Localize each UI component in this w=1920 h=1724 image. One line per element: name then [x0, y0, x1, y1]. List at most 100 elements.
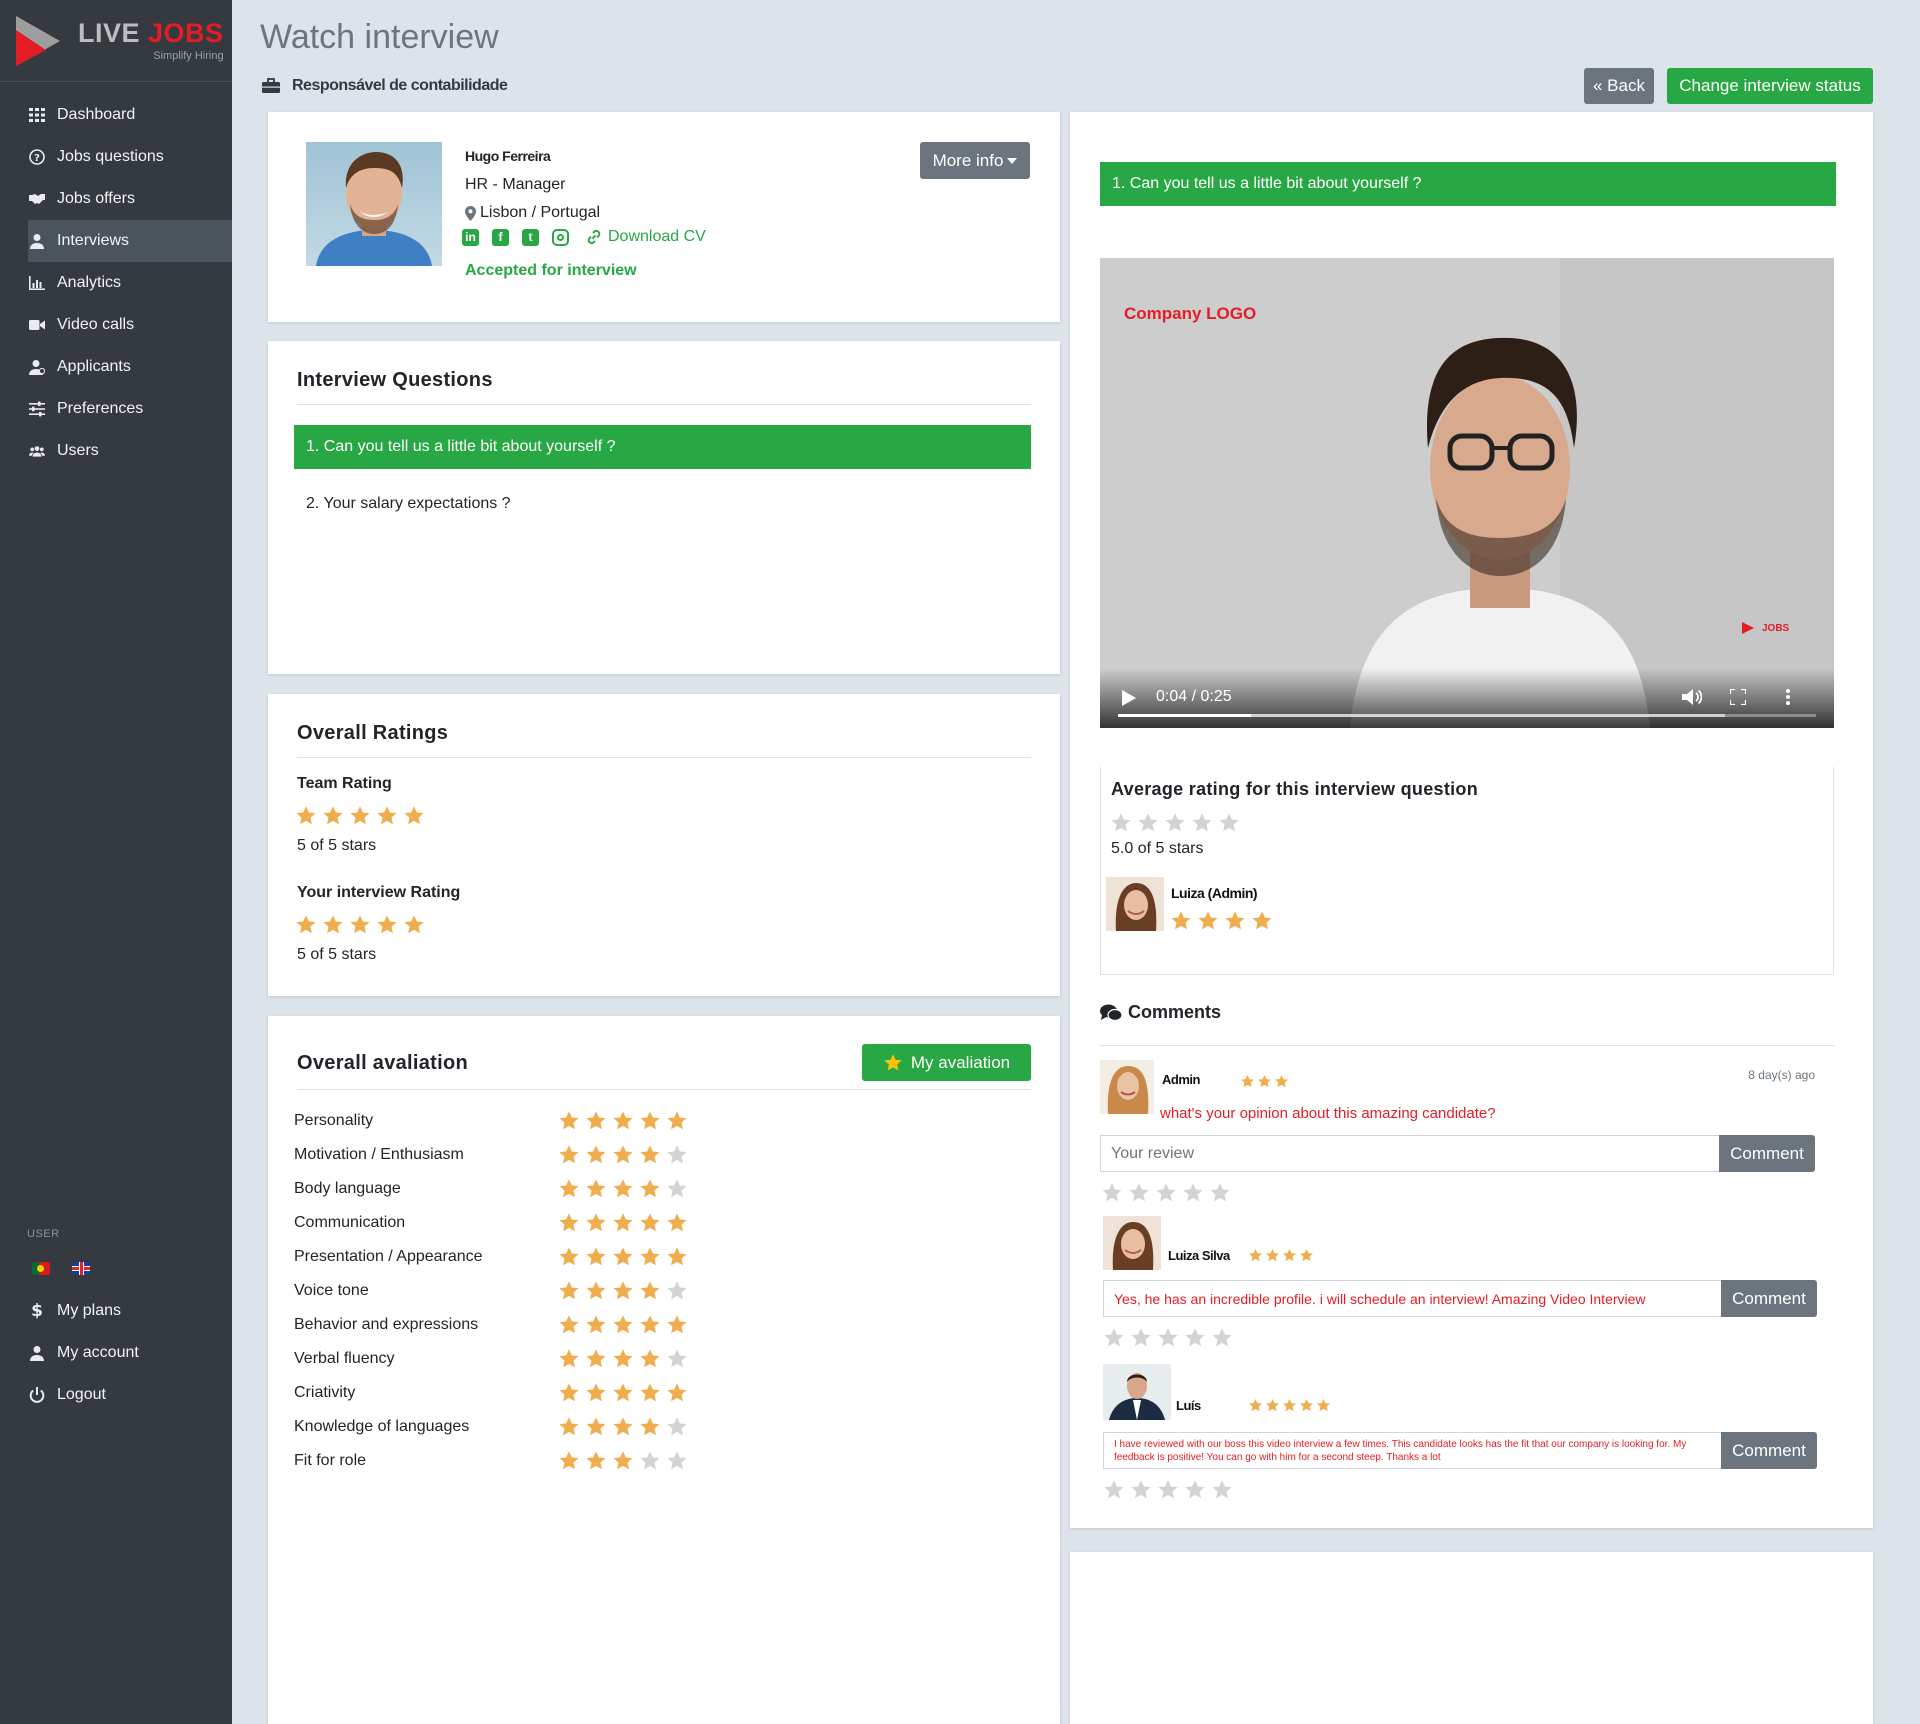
star-empty-icon [639, 1450, 661, 1472]
star-filled-icon [612, 1416, 634, 1438]
star-filled-icon [1282, 1398, 1297, 1413]
avaliation-stars [558, 1314, 688, 1336]
star-filled-icon [585, 1314, 607, 1336]
sidebar-item-users[interactable]: Users [0, 430, 232, 472]
sidebar-item-analytics[interactable]: Analytics [0, 262, 232, 304]
average-rating-stars[interactable] [1110, 812, 1240, 834]
star-filled-icon[interactable] [376, 914, 398, 936]
star-empty-icon[interactable] [1128, 1182, 1150, 1204]
star-filled-icon [612, 1246, 634, 1268]
avaliation-stars [558, 1110, 688, 1132]
star-empty-icon[interactable] [1184, 1479, 1206, 1501]
star-empty-icon[interactable] [1209, 1182, 1231, 1204]
question-item-2[interactable]: 2. Your salary expectations ? [294, 495, 511, 513]
review-stars-input[interactable] [1103, 1479, 1233, 1501]
review-text[interactable]: Yes, he has an incredible profile. i wil… [1103, 1280, 1721, 1317]
star-filled-icon [1197, 910, 1219, 932]
star-empty-icon[interactable] [1211, 1479, 1233, 1501]
star-empty-icon[interactable] [1218, 812, 1240, 834]
play-icon[interactable] [1122, 690, 1136, 706]
star-filled-icon[interactable] [349, 914, 371, 936]
average-rating-title: Average rating for this interview questi… [1111, 779, 1479, 799]
star-empty-icon[interactable] [1103, 1479, 1125, 1501]
back-button[interactable]: « Back [1584, 68, 1654, 104]
star-filled-icon[interactable] [403, 914, 425, 936]
star-empty-icon[interactable] [1137, 812, 1159, 834]
sidebar-item-jobs-questions[interactable]: ? Jobs questions [0, 136, 232, 178]
star-empty-icon[interactable] [1103, 1327, 1125, 1349]
avaliation-stars [558, 1348, 688, 1370]
sidebar-item-jobs-offers[interactable]: Jobs offers [0, 178, 232, 220]
review-stars-input[interactable] [1101, 1182, 1231, 1204]
star-empty-icon[interactable] [1164, 812, 1186, 834]
logo-jobs: JOBS [148, 17, 224, 48]
fullscreen-icon[interactable] [1730, 689, 1746, 705]
volume-icon[interactable] [1682, 688, 1702, 706]
change-interview-status-button[interactable]: Change interview status [1667, 68, 1873, 104]
download-cv-link[interactable]: Download CV [586, 228, 706, 246]
sidebar-item-my-plans[interactable]: $ My plans [0, 1290, 232, 1332]
sidebar-item-video-calls[interactable]: Video calls [0, 304, 232, 346]
star-empty-icon[interactable] [1211, 1327, 1233, 1349]
star-empty-icon[interactable] [1157, 1327, 1179, 1349]
sidebar-item-preferences[interactable]: Preferences [0, 388, 232, 430]
star-filled-icon [1265, 1398, 1280, 1413]
star-empty-icon[interactable] [1182, 1182, 1204, 1204]
star-filled-icon[interactable] [322, 914, 344, 936]
your-rating-stars[interactable] [295, 914, 425, 936]
review-input-group: I have reviewed with our boss this video… [1103, 1432, 1817, 1469]
star-empty-icon[interactable] [1157, 1479, 1179, 1501]
avaliation-stars [558, 1382, 688, 1404]
star-empty-icon[interactable] [1155, 1182, 1177, 1204]
avaliation-label: Body language [294, 1180, 401, 1197]
star-empty-icon[interactable] [1130, 1479, 1152, 1501]
star-empty-icon[interactable] [1110, 812, 1132, 834]
sidebar-item-logout[interactable]: Logout [0, 1374, 232, 1416]
star-empty-icon[interactable] [1184, 1327, 1206, 1349]
sidebar-item-my-account[interactable]: My account [0, 1332, 232, 1374]
comment-text: what's your opinion about this amazing c… [1160, 1105, 1496, 1122]
star-filled-icon [585, 1178, 607, 1200]
flag-portugal-icon[interactable] [32, 1262, 50, 1275]
review-input[interactable] [1100, 1135, 1719, 1172]
comment-button[interactable]: Comment [1721, 1432, 1817, 1469]
more-info-button[interactable]: More info [920, 142, 1030, 179]
users-icon [28, 442, 46, 460]
sidebar-item-interviews[interactable]: Interviews [28, 220, 232, 262]
review-stars-input[interactable] [1103, 1327, 1233, 1349]
sidebar-item-dashboard[interactable]: Dashboard [0, 94, 232, 136]
my-avaliation-button[interactable]: My avaliation [862, 1044, 1031, 1081]
comments-icon [1100, 1004, 1122, 1021]
star-filled-icon [612, 1178, 634, 1200]
my-avaliation-label: My avaliation [910, 1052, 1011, 1072]
more-options-icon[interactable] [1786, 689, 1790, 705]
star-empty-icon[interactable] [1130, 1327, 1152, 1349]
star-filled-icon [585, 1110, 607, 1132]
comment-button[interactable]: Comment [1719, 1135, 1815, 1172]
star-filled-icon [558, 1246, 580, 1268]
bar-chart-icon [28, 274, 46, 292]
question-item-1[interactable]: 1. Can you tell us a little bit about yo… [294, 425, 1031, 469]
comment-button[interactable]: Comment [1721, 1280, 1817, 1317]
flag-uk-icon[interactable] [72, 1262, 90, 1275]
star-empty-icon[interactable] [1191, 812, 1213, 834]
star-empty-icon[interactable] [1101, 1182, 1123, 1204]
logo[interactable]: LIVE JOBS Simplify Hiring [0, 0, 232, 82]
question-circle-icon: ? [28, 148, 46, 166]
sidebar-nav: Dashboard ? Jobs questions Jobs offers I… [0, 94, 232, 472]
instagram-icon[interactable] [552, 228, 569, 246]
social-links: in f t Download CV [462, 228, 706, 246]
review-text[interactable]: I have reviewed with our boss this video… [1103, 1432, 1721, 1469]
linkedin-icon[interactable]: in [462, 228, 479, 246]
facebook-icon[interactable]: f [492, 228, 509, 246]
star-filled-icon[interactable] [295, 914, 317, 936]
twitter-icon[interactable]: t [522, 228, 539, 246]
video-progress-bar[interactable] [1118, 714, 1816, 717]
video-player[interactable]: Company LOGO JOBS 0:04 / 0:25 [1100, 258, 1834, 728]
star-filled-icon [666, 1382, 688, 1404]
star-filled-icon [1251, 910, 1273, 932]
star-filled-icon [1265, 1248, 1280, 1263]
star-filled-icon [558, 1348, 580, 1370]
sidebar-item-applicants[interactable]: Applicants [0, 346, 232, 388]
star-filled-icon [639, 1178, 661, 1200]
